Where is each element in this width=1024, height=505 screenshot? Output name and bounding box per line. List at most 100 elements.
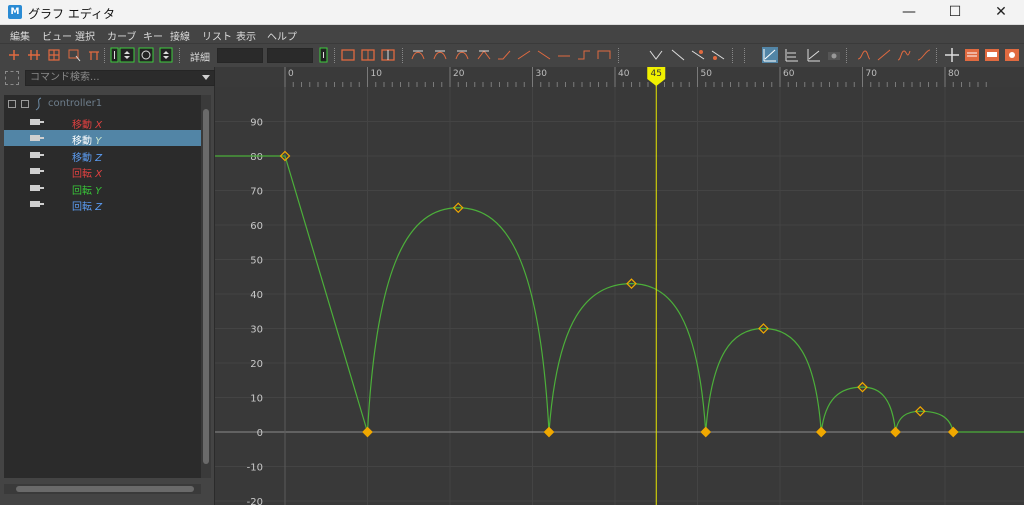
retime-icon[interactable] [86,47,102,63]
channel-row[interactable]: 回転 Y [4,180,201,197]
menu-show[interactable]: 表示 [236,28,256,43]
post-infinity-icon[interactable] [876,47,892,63]
clamped-tangent-icon[interactable] [454,47,470,63]
time-stat-field[interactable] [217,48,263,63]
channel-row[interactable]: 回転 Z [4,196,201,213]
frame-all-icon[interactable] [340,47,356,63]
channel-row-selected[interactable]: 移動 Y [4,130,201,147]
menu-help[interactable]: ヘルプ [267,28,297,43]
ruler-tick-label: 20 [453,69,465,79]
expand-icon[interactable] [21,100,29,108]
menu-bar: 編集 ビュー 選択 カーブ キー 接線 リスト 表示 ヘルプ [0,25,1024,44]
ruler-tick-label: 0 [288,69,294,79]
curve-node-icon [35,97,42,111]
ruler-tick-label: 40 [618,69,630,79]
weighted-tangent-icon[interactable] [648,47,664,63]
lock-tangent-icon[interactable] [690,47,706,63]
move-key-icon[interactable] [6,47,22,63]
camera-icon[interactable] [826,47,842,63]
toolbar: 詳細 [0,44,1024,67]
normalized-view-icon[interactable] [784,47,800,63]
center-current-icon[interactable] [380,47,396,63]
collapse-icon[interactable] [8,100,16,108]
channel-label: 回転 Y [72,186,102,197]
up-down-icon[interactable] [119,47,135,63]
channel-row[interactable]: 移動 Z [4,147,201,164]
step-tangent-icon[interactable] [516,47,532,63]
menu-select[interactable]: 選択 [75,28,95,43]
region-select-icon[interactable] [66,47,82,63]
spline-tangent-icon[interactable] [432,47,448,63]
tangent-weight-icon[interactable] [710,47,726,63]
key-stats-icon[interactable] [316,47,332,63]
search-input[interactable]: コマンド検索... [25,70,215,86]
app-icon: M [8,5,22,19]
vertical-scrollbar[interactable] [201,95,211,478]
ruler-tick-label: 60 [783,69,795,79]
scroll-thumb[interactable] [16,486,194,492]
value-field-icon[interactable] [158,47,174,63]
pre-infinity-icon[interactable] [856,47,872,63]
y-tick-label: -10 [247,463,263,474]
time-ruler[interactable]: 0 10 20 30 40 50 60 70 80 45 [215,67,1024,87]
y-tick-label: 0 [257,428,263,439]
current-frame-label: 45 [651,69,662,79]
move-view-icon[interactable] [944,47,960,63]
y-tick-label: 10 [250,394,263,405]
oscillate-icon[interactable] [916,47,932,63]
absolute-view-icon[interactable] [806,47,822,63]
controller-label: controller1 [48,98,103,109]
frame-playback-icon[interactable] [360,47,376,63]
menu-view[interactable]: ビュー [42,28,72,43]
keyframe [543,426,555,438]
channel-row[interactable]: 移動 X [4,114,201,131]
y-tick-label: 70 [250,187,263,198]
keyframe [700,426,712,438]
chevron-down-icon[interactable] [202,75,210,80]
y-tick-label: 60 [250,221,263,232]
step-next-icon[interactable] [536,47,552,63]
normalize-icon[interactable] [138,47,154,63]
window-title: グラフ エディタ [28,7,115,21]
close-button[interactable]: ✕ [978,0,1024,25]
minimize-button[interactable]: — [886,0,932,25]
channel-row[interactable]: 回転 X [4,163,201,180]
menu-keys[interactable]: キー [143,28,163,43]
channel-list: controller1 移動 X 移動 Y 移動 Z 回転 X 回転 Y 回転 … [4,95,201,478]
time-editor-icon[interactable] [1004,47,1020,63]
value-stat-field[interactable] [267,48,313,63]
menu-list[interactable]: リスト [202,28,232,43]
channel-key-icon [30,119,44,125]
break-tangent-icon[interactable] [576,47,592,63]
outliner-panel: コマンド検索... controller1 移動 X 移動 Y 移動 Z 回転 … [0,67,215,505]
stacked-view-icon[interactable] [762,47,778,63]
scroll-thumb[interactable] [203,109,209,464]
channel-label: 回転 Z [72,202,103,213]
cycle-icon[interactable] [896,47,912,63]
list-item-controller[interactable]: controller1 [4,97,201,111]
lattice-icon[interactable] [46,47,62,63]
y-tick-label: 30 [250,325,263,336]
menu-curves[interactable]: カーブ [107,28,136,43]
maximize-button[interactable]: ☐ [932,0,978,25]
ruler-tick-label: 50 [701,69,713,79]
horizontal-scrollbar[interactable] [4,484,201,494]
channel-label: 移動 Z [72,153,103,164]
curve-graph[interactable]: 90 80 70 60 50 40 30 20 10 0 -10 -20 [215,87,1024,505]
insert-key-icon[interactable] [26,47,42,63]
channel-label: 移動 Y [72,136,102,147]
plateau-tangent-icon[interactable] [556,47,572,63]
linear-tangent-icon[interactable] [476,47,492,63]
flat-tangent-icon[interactable] [496,47,512,63]
keyframe [815,426,827,438]
trax-icon[interactable] [984,47,1000,63]
auto-tangent-icon[interactable] [410,47,426,63]
filter-icon[interactable] [5,71,19,85]
menu-tangents[interactable]: 接線 [170,28,190,43]
free-tangent-icon[interactable] [670,47,686,63]
y-tick-label: 20 [250,359,263,370]
unify-tangent-icon[interactable] [596,47,612,63]
dopesheet-icon[interactable] [964,47,980,63]
menu-edit[interactable]: 編集 [10,28,30,43]
channel-label: 回転 X [72,169,103,180]
